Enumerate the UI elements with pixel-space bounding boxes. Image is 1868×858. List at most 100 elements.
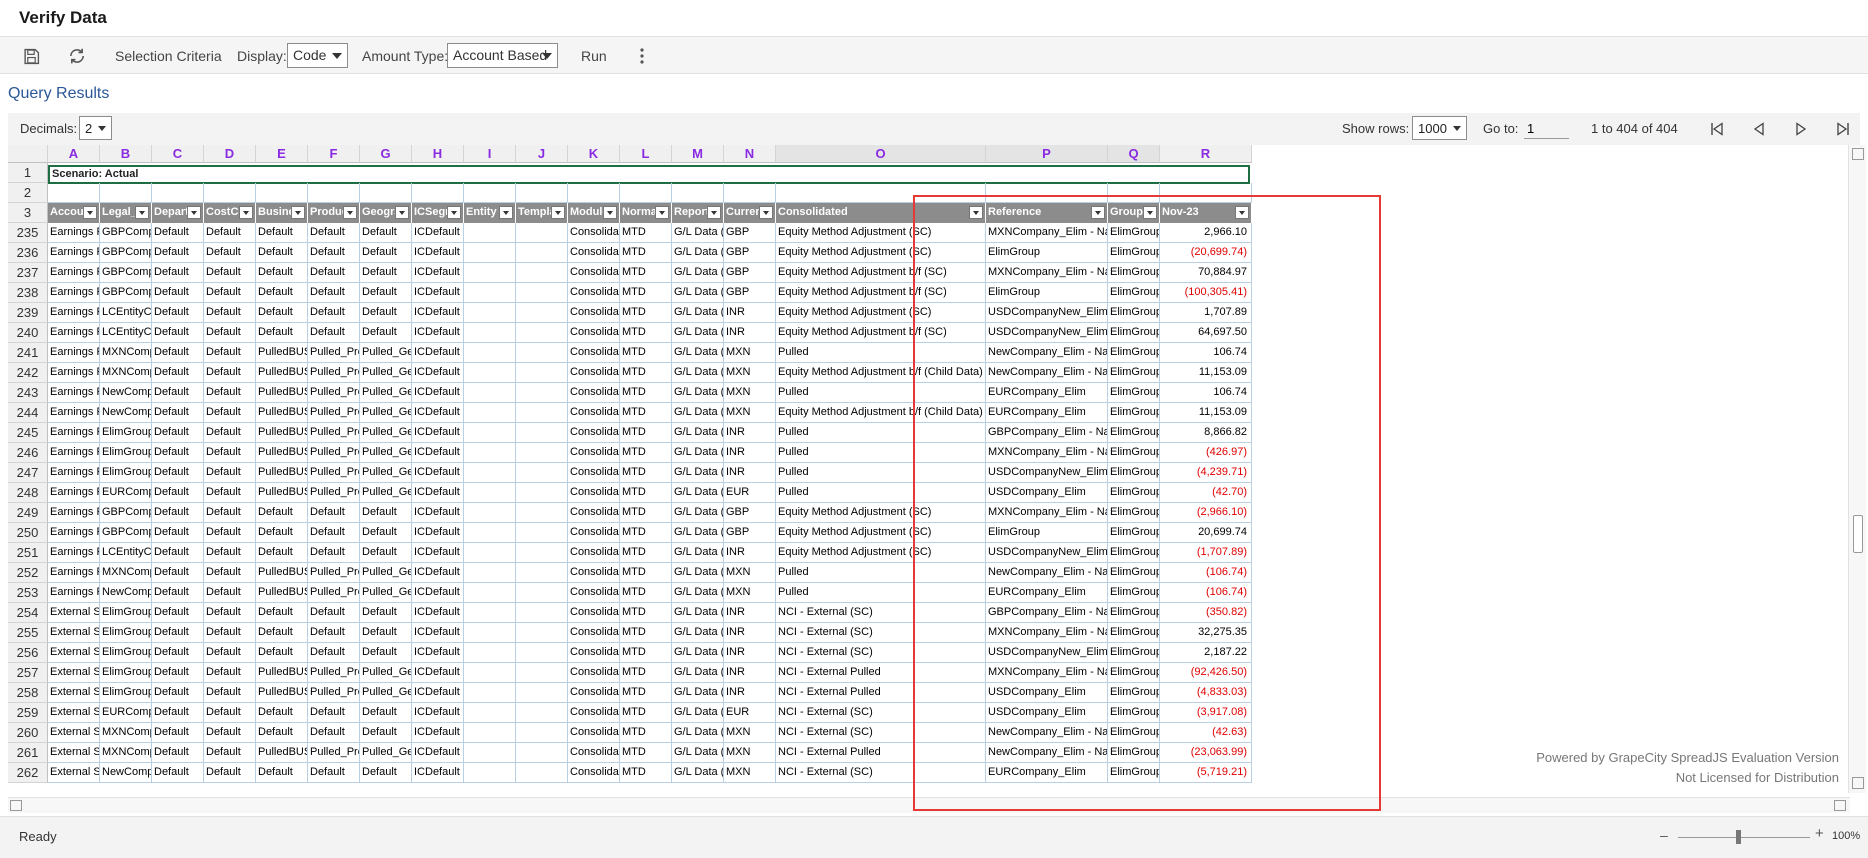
table-cell[interactable]: Default: [360, 323, 412, 343]
table-cell[interactable]: [464, 703, 516, 723]
table-cell[interactable]: ICDefault: [412, 683, 464, 703]
next-page-icon[interactable]: [1790, 119, 1812, 139]
table-cell[interactable]: Default: [204, 663, 256, 683]
filter-dropdown-icon[interactable]: [291, 206, 305, 219]
row-header[interactable]: 260: [8, 723, 48, 743]
table-cell[interactable]: Default: [152, 563, 204, 583]
row-header[interactable]: 247: [8, 463, 48, 483]
table-cell[interactable]: [516, 763, 568, 783]
filter-dropdown-icon[interactable]: [83, 206, 97, 219]
empty-cell[interactable]: [516, 183, 568, 203]
table-cell[interactable]: Default: [360, 643, 412, 663]
table-cell[interactable]: Consolidatio: [568, 363, 620, 383]
table-cell[interactable]: G/L Data (L(: [672, 583, 724, 603]
column-header[interactable]: C: [152, 145, 204, 163]
row-header[interactable]: 254: [8, 603, 48, 623]
table-cell[interactable]: MTD: [620, 263, 672, 283]
prev-page-icon[interactable]: [1748, 119, 1770, 139]
table-cell[interactable]: Pulled_Prod: [308, 463, 360, 483]
table-cell[interactable]: Consolidatio: [568, 263, 620, 283]
table-cell[interactable]: G/L Data (L(: [672, 283, 724, 303]
table-cell[interactable]: Default: [152, 323, 204, 343]
table-cell[interactable]: Default: [204, 623, 256, 643]
table-cell[interactable]: MTD: [620, 683, 672, 703]
column-header[interactable]: F: [308, 145, 360, 163]
table-cell[interactable]: MXNCompa: [100, 343, 152, 363]
table-cell[interactable]: MTD: [620, 723, 672, 743]
table-cell[interactable]: Consolidatio: [568, 663, 620, 683]
show-rows-select[interactable]: 1000: [1412, 116, 1467, 140]
table-cell[interactable]: [464, 343, 516, 363]
table-cell[interactable]: [464, 763, 516, 783]
filter-dropdown-icon[interactable]: [551, 206, 565, 219]
table-cell[interactable]: INR: [724, 323, 776, 343]
table-cell[interactable]: ElimGroup: [100, 663, 152, 683]
table-cell[interactable]: Pulled_Geo: [360, 563, 412, 583]
table-cell[interactable]: MTD: [620, 623, 672, 643]
table-cell[interactable]: Default: [308, 623, 360, 643]
table-cell[interactable]: [516, 503, 568, 523]
table-cell[interactable]: Default: [204, 383, 256, 403]
table-cell[interactable]: INR: [724, 623, 776, 643]
filter-dropdown-icon[interactable]: [499, 206, 513, 219]
table-cell[interactable]: MTD: [620, 503, 672, 523]
table-cell[interactable]: G/L Data (L(: [672, 383, 724, 403]
table-cell[interactable]: Default: [204, 263, 256, 283]
table-cell[interactable]: [516, 243, 568, 263]
table-cell[interactable]: GBPCompa: [100, 283, 152, 303]
table-cell[interactable]: G/L Data (L(: [672, 243, 724, 263]
empty-cell[interactable]: [48, 183, 100, 203]
table-cell[interactable]: [464, 423, 516, 443]
table-cell[interactable]: ICDefault: [412, 603, 464, 623]
table-cell[interactable]: Default: [204, 603, 256, 623]
table-cell[interactable]: Default: [308, 263, 360, 283]
table-cell[interactable]: Default: [308, 703, 360, 723]
table-cell[interactable]: ICDefault: [412, 463, 464, 483]
table-cell[interactable]: Default: [152, 263, 204, 283]
table-cell[interactable]: Default: [152, 543, 204, 563]
table-cell[interactable]: Pulled_Prod: [308, 743, 360, 763]
table-cell[interactable]: Default: [360, 723, 412, 743]
filter-dropdown-icon[interactable]: [395, 206, 409, 219]
table-cell[interactable]: Consolidatio: [568, 243, 620, 263]
table-cell[interactable]: Default: [360, 543, 412, 563]
table-cell[interactable]: GBPCompa: [100, 503, 152, 523]
table-cell[interactable]: Earnings Re: [48, 423, 100, 443]
table-cell[interactable]: [464, 523, 516, 543]
table-cell[interactable]: GBP: [724, 223, 776, 243]
row-header[interactable]: 237: [8, 263, 48, 283]
table-cell[interactable]: PulledBUS_: [256, 363, 308, 383]
table-cell[interactable]: Default: [308, 643, 360, 663]
table-cell[interactable]: [464, 283, 516, 303]
table-header-cell[interactable]: ICSegm: [412, 203, 464, 223]
table-cell[interactable]: ICDefault: [412, 723, 464, 743]
table-cell[interactable]: Pulled_Geo: [360, 423, 412, 443]
table-cell[interactable]: [516, 703, 568, 723]
zoom-slider-thumb[interactable]: [1736, 830, 1741, 844]
table-cell[interactable]: Consolidatio: [568, 443, 620, 463]
table-cell[interactable]: GBPCompa: [100, 263, 152, 283]
row-header[interactable]: 259: [8, 703, 48, 723]
table-cell[interactable]: [516, 643, 568, 663]
table-header-cell[interactable]: Normal: [620, 203, 672, 223]
table-cell[interactable]: INR: [724, 683, 776, 703]
table-cell[interactable]: Default: [152, 403, 204, 423]
table-cell[interactable]: [516, 423, 568, 443]
zoom-out-icon[interactable]: –: [1660, 827, 1668, 843]
table-cell[interactable]: ElimGroup: [100, 623, 152, 643]
table-cell[interactable]: G/L Data (L(: [672, 503, 724, 523]
table-cell[interactable]: G/L Data (L(: [672, 343, 724, 363]
table-cell[interactable]: PulledBUS_: [256, 563, 308, 583]
table-cell[interactable]: Consolidatio: [568, 583, 620, 603]
filter-dropdown-icon[interactable]: [707, 206, 721, 219]
table-cell[interactable]: [516, 263, 568, 283]
table-cell[interactable]: Pulled_Geo: [360, 463, 412, 483]
column-header[interactable]: B: [100, 145, 152, 163]
table-cell[interactable]: Pulled_Prod: [308, 683, 360, 703]
table-cell[interactable]: [516, 523, 568, 543]
filter-dropdown-icon[interactable]: [603, 206, 617, 219]
table-cell[interactable]: Earnings Re: [48, 563, 100, 583]
amount-type-select[interactable]: Account Based: [447, 43, 558, 68]
table-cell[interactable]: G/L Data (L(: [672, 483, 724, 503]
table-cell[interactable]: ICDefault: [412, 243, 464, 263]
